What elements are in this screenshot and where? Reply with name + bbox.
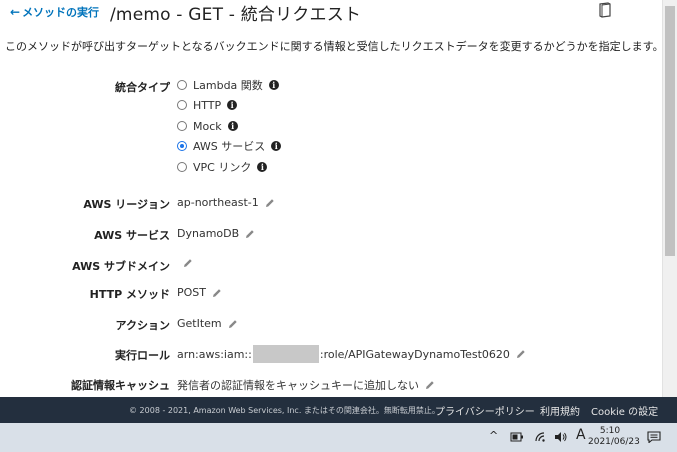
- pencil-edit-icon[interactable]: [516, 349, 526, 359]
- windows-taskbar: ^ A 5:10 2021/06/23: [0, 423, 677, 452]
- pencil-edit-icon[interactable]: [212, 288, 222, 298]
- integration-type-label: 統合タイプ: [115, 81, 170, 94]
- back-to-method-execution-link[interactable]: ← メソッドの実行: [10, 4, 99, 20]
- redacted-account-id: [252, 345, 319, 363]
- arrow-left-icon: ←: [10, 5, 21, 19]
- notification-icon[interactable]: [647, 431, 661, 443]
- radio-button[interactable]: [177, 121, 187, 131]
- action-label: アクション: [115, 319, 170, 332]
- pencil-edit-icon[interactable]: [265, 198, 275, 208]
- info-icon[interactable]: i: [257, 162, 268, 172]
- aws-region-label: AWS リージョン: [83, 198, 170, 211]
- page-header: ← メソッドの実行 /memo - GET - 統合リクエスト: [0, 0, 662, 25]
- aws-subdomain-row: AWS サブドメイン: [0, 257, 662, 275]
- radio-aws-service[interactable]: AWS サービス i: [177, 139, 282, 153]
- aws-subdomain-label: AWS サブドメイン: [72, 260, 170, 273]
- copyright-text: © 2008 - 2021, Amazon Web Services, Inc.…: [129, 406, 440, 415]
- execution-role-prefix: arn:aws:iam::: [177, 347, 252, 361]
- credentials-cache-label: 認証情報キャッシュ: [71, 379, 170, 392]
- page-description: このメソッドが呼び出すターゲットとなるバックエンドに関する情報と受信したリクエス…: [5, 40, 662, 53]
- credentials-cache-value: 発信者の認証情報をキャッシュキーに追加しない: [177, 379, 419, 392]
- radio-button-selected[interactable]: [177, 141, 187, 151]
- battery-icon[interactable]: [510, 432, 524, 442]
- main-content: ← メソッドの実行 /memo - GET - 統合リクエスト このメソッドが呼び…: [0, 0, 662, 397]
- system-clock[interactable]: 5:10 2021/06/23: [588, 426, 640, 448]
- aws-region-row: AWS リージョン ap-northeast-1: [0, 195, 662, 213]
- terms-link[interactable]: 利用規約: [540, 403, 580, 418]
- execution-role-row: 実行ロール arn:aws:iam:: :role/APIGatewayDyna…: [0, 345, 662, 364]
- http-method-value: POST: [177, 286, 206, 299]
- radio-button[interactable]: [177, 80, 187, 90]
- info-icon[interactable]: i: [227, 121, 238, 131]
- info-icon[interactable]: i: [268, 80, 279, 90]
- pencil-edit-icon[interactable]: [245, 229, 255, 239]
- speaker-icon[interactable]: [554, 431, 568, 443]
- radio-button[interactable]: [177, 100, 187, 110]
- info-icon[interactable]: i: [271, 141, 282, 151]
- execution-role-suffix: :role/APIGatewayDynamoTest0620: [319, 347, 510, 361]
- vertical-scrollbar[interactable]: [662, 0, 677, 397]
- pencil-edit-icon[interactable]: [228, 319, 238, 329]
- aws-service-label: AWS サービス: [94, 229, 170, 242]
- scrollbar-thumb[interactable]: [665, 6, 675, 256]
- integration-type-row: 統合タイプ: [0, 78, 662, 96]
- execution-role-label: 実行ロール: [115, 349, 170, 362]
- aws-service-row: AWS サービス DynamoDB: [0, 226, 662, 244]
- console-footer: © 2008 - 2021, Amazon Web Services, Inc.…: [0, 397, 677, 423]
- credentials-cache-row: 認証情報キャッシュ 発信者の認証情報をキャッシュキーに追加しない: [0, 376, 662, 394]
- radio-button[interactable]: [177, 162, 187, 172]
- privacy-policy-link[interactable]: プライバシーポリシー: [435, 403, 535, 418]
- radio-http[interactable]: HTTP i: [177, 98, 238, 112]
- aws-service-value: DynamoDB: [177, 227, 240, 240]
- aws-region-value: ap-northeast-1: [177, 196, 259, 209]
- info-icon[interactable]: i: [227, 100, 238, 110]
- wifi-icon[interactable]: [534, 431, 546, 443]
- ime-indicator[interactable]: A: [576, 427, 586, 443]
- action-value: GetItem: [177, 317, 222, 330]
- http-method-row: HTTP メソッド POST: [0, 285, 662, 303]
- radio-vpc-link[interactable]: VPC リンク i: [177, 160, 268, 174]
- chevron-up-icon[interactable]: ^: [489, 429, 498, 442]
- http-method-label: HTTP メソッド: [89, 288, 170, 301]
- page-title: /memo - GET - 統合リクエスト: [110, 5, 362, 25]
- pencil-edit-icon[interactable]: [183, 258, 193, 268]
- cookie-settings-link[interactable]: Cookie の設定: [591, 403, 658, 418]
- action-row: アクション GetItem: [0, 316, 662, 334]
- book-icon[interactable]: [598, 2, 612, 18]
- pencil-edit-icon[interactable]: [425, 380, 435, 390]
- radio-mock[interactable]: Mock i: [177, 119, 238, 133]
- radio-lambda-function[interactable]: Lambda 関数 i: [177, 78, 279, 92]
